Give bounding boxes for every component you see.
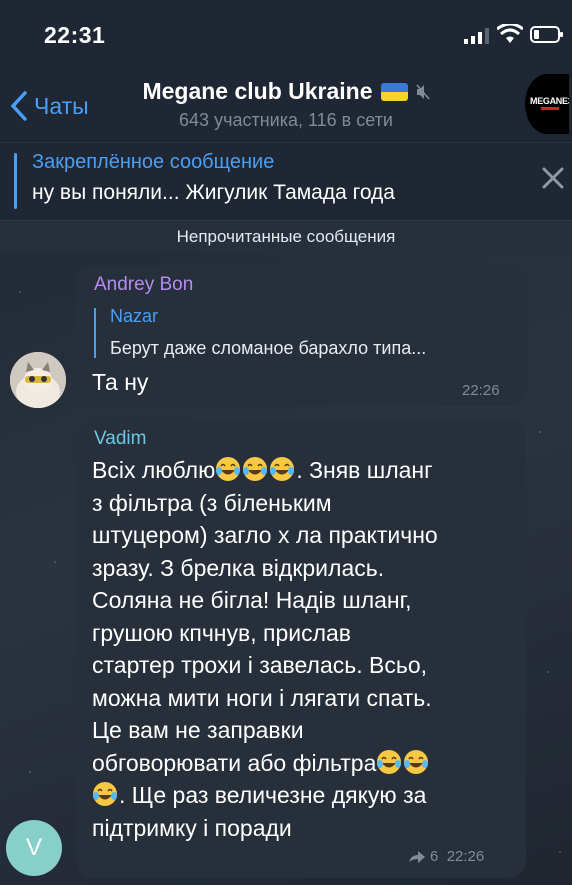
message-line: можна мити ноги і лягати спать. <box>92 684 432 711</box>
message-text: Всіх люблю. Зняв шланг з фільтра (з біле… <box>92 454 438 844</box>
message-line: Це вам не заправки <box>92 717 304 743</box>
group-avatar-text: MEGANE3 <box>530 96 569 106</box>
pinned-title: Закреплённое сообщение <box>32 151 275 173</box>
reply-author[interactable]: Nazar <box>110 306 158 327</box>
wifi-icon <box>497 24 523 43</box>
message-text: Та ну <box>92 369 149 395</box>
pinned-accent-bar <box>14 153 17 209</box>
status-bar: 22:31 <box>0 0 572 68</box>
message-line: стартер трохи і завелась. Всьо, <box>92 652 428 678</box>
signal-icon <box>464 28 489 44</box>
message-line: штуцером) загло х ла практично <box>92 522 438 548</box>
muted-icon <box>415 83 430 100</box>
message-time: 22:26 <box>462 382 500 399</box>
laughing-tears-emoji-icon <box>242 456 268 482</box>
chat-title[interactable]: Megane club Ukraine <box>0 78 572 105</box>
avatar[interactable]: V <box>6 820 62 876</box>
reply-snippet[interactable]: Берут даже сломаное барахло типа... <box>110 338 426 359</box>
laughing-tears-emoji-icon <box>376 749 402 775</box>
message-line: підтримку і поради <box>92 814 292 841</box>
message-line: з фільтра (з біленьким <box>92 489 332 516</box>
pinned-text: ну вы поняли... Жигулик Тамада года <box>32 181 395 204</box>
laughing-tears-emoji-icon <box>92 781 118 807</box>
chat-area[interactable]: Andrey Bon Nazar Берут даже сломаное бар… <box>0 252 572 885</box>
forward-count: 6 <box>430 848 439 865</box>
forward-icon <box>409 851 425 864</box>
pinned-message[interactable]: Закреплённое сообщение ну вы поняли... Ж… <box>0 142 572 221</box>
message-line: грушою кпчнув, прислав <box>92 619 352 646</box>
message-bubble[interactable]: Andrey Bon Nazar Берут даже сломаное бар… <box>76 266 528 406</box>
message-meta: 6 22:26 <box>408 848 484 865</box>
battery-icon <box>530 26 563 43</box>
chat-title-text: Megane club Ukraine <box>142 78 373 104</box>
close-icon[interactable] <box>541 166 565 190</box>
laughing-tears-emoji-icon <box>269 456 295 482</box>
message-line: зразу. З брелка відкрилась. <box>92 554 385 581</box>
message-time: 22:26 <box>446 848 485 865</box>
message-bubble[interactable]: Vadim Всіх люблю. Зняв шланг з фільтра (… <box>76 420 526 878</box>
status-time: 22:31 <box>44 22 106 48</box>
group-avatar[interactable]: MEGANE3 <box>525 74 569 134</box>
sender-name[interactable]: Andrey Bon <box>94 274 193 296</box>
unread-divider: Непрочитанные сообщения <box>0 220 572 253</box>
message-line: Соляна не бігла! Надів шланг, <box>92 587 412 613</box>
ukraine-flag-icon <box>380 82 408 101</box>
group-avatar-stripe <box>541 107 559 110</box>
avatar[interactable] <box>10 352 66 408</box>
message-line: . Ще раз величезне дякую за <box>92 779 438 812</box>
message-line: обговорювати або фільтра <box>92 747 438 780</box>
laughing-tears-emoji-icon <box>215 456 241 482</box>
chat-subtitle: 643 участника, 116 в сети <box>179 110 393 130</box>
message-line: Всіх люблю. Зняв шланг <box>92 456 433 483</box>
reply-accent-bar <box>94 308 96 358</box>
chat-header: Чаты Megane club Ukraine 643 участника, … <box>0 68 572 142</box>
cat-avatar-icon <box>10 352 66 408</box>
laughing-tears-emoji-icon <box>403 749 429 775</box>
sender-name[interactable]: Vadim <box>94 428 146 450</box>
